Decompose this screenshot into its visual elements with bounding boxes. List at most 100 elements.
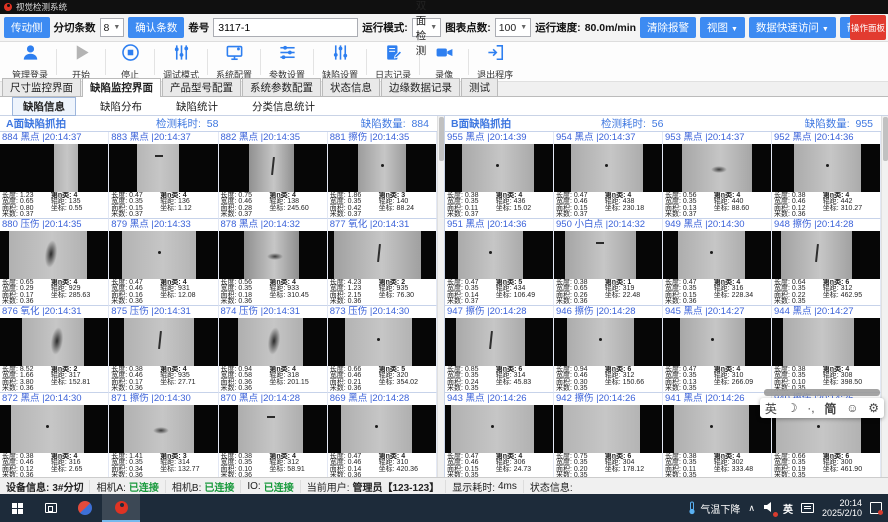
defect-cell-label[interactable]: 880 压伤 |20:14:35	[0, 219, 108, 231]
defect-thumbnail[interactable]	[328, 144, 436, 192]
defect-cell-label[interactable]: 943 黑点 |20:14:26	[445, 393, 553, 405]
panel-scrollbar[interactable]	[881, 116, 888, 477]
defect-cell[interactable]: 950 小白点 |20:14:32长度: 0.38宽度: 0.65面积: 0.2…	[554, 219, 663, 306]
run-mode-select[interactable]: 双面检测▼	[412, 18, 441, 37]
defect-cell-label[interactable]: 879 黑点 |20:14:33	[109, 219, 217, 231]
keyboard-icon[interactable]	[801, 503, 814, 513]
defect-cell-label[interactable]: 878 黑点 |20:14:32	[219, 219, 327, 231]
param-settings-button[interactable]: 参数设置	[263, 43, 311, 81]
defect-cell-label[interactable]: 883 黑点 |20:14:37	[109, 132, 217, 144]
defect-cell[interactable]: 884 黑点 |20:14:37长度: 1.23宽度: 0.65面积: 0.80…	[0, 132, 109, 219]
quick-access-menu-button[interactable]: 数据快速访问 ▼	[749, 17, 836, 38]
subtab-class-stats[interactable]: 分类信息统计	[242, 98, 325, 115]
defect-cell[interactable]: 954 黑点 |20:14:37长度: 0.47宽度: 0.46面积: 0.15…	[554, 132, 663, 219]
ime-settings-icon[interactable]: ⚙	[868, 401, 879, 415]
defect-cell-label[interactable]: 873 压伤 |20:14:30	[328, 306, 436, 318]
log-record-button[interactable]: 日志记录	[369, 43, 417, 81]
defect-cell-label[interactable]: 941 黑点 |20:14:26	[663, 393, 771, 405]
ime-moon-icon[interactable]: ☽	[787, 401, 798, 415]
ime-punct-icon[interactable]: ·,	[807, 401, 814, 415]
view-menu-button[interactable]: 视图 ▼	[700, 17, 745, 38]
defect-cell-label[interactable]: 877 氧化 |20:14:31	[328, 219, 436, 231]
defect-thumbnail[interactable]	[554, 318, 662, 366]
exit-button[interactable]: 退出程序	[471, 43, 519, 81]
start-button[interactable]: 开始	[59, 43, 103, 81]
defect-thumbnail[interactable]	[663, 318, 771, 366]
clear-alarm-button[interactable]: 清除报警	[640, 17, 696, 38]
defect-cell-label[interactable]: 947 擦伤 |20:14:28	[445, 306, 553, 318]
tray-expand-button[interactable]: ∧	[748, 503, 755, 514]
notification-center-button[interactable]	[870, 502, 882, 514]
defect-cell[interactable]: 952 黑点 |20:14:36长度: 0.38宽度: 0.46面积: 0.12…	[772, 132, 881, 219]
defect-thumbnail[interactable]	[0, 144, 108, 192]
defect-thumbnail[interactable]	[554, 231, 662, 279]
login-button[interactable]: 管理登录	[6, 43, 54, 81]
defect-thumbnail[interactable]	[663, 405, 771, 453]
defect-thumbnail[interactable]	[772, 231, 880, 279]
tab-defect-monitor[interactable]: 缺陷监控界面	[82, 78, 161, 97]
tab-test[interactable]: 测试	[461, 78, 498, 96]
drive-side-button[interactable]: 传动侧	[4, 17, 50, 38]
defect-cell[interactable]: 880 压伤 |20:14:35长度: 0.65宽度: 0.29面积: 0.17…	[0, 219, 109, 306]
defect-thumbnail[interactable]	[663, 231, 771, 279]
defect-cell-label[interactable]: 945 黑点 |20:14:27	[663, 306, 771, 318]
ime-drag-handle[interactable]	[764, 389, 880, 396]
taskbar-clock[interactable]: 20:14 2025/2/10	[822, 498, 862, 518]
tab-edge-data[interactable]: 边缘数据记录	[381, 78, 460, 96]
defect-thumbnail[interactable]	[328, 405, 436, 453]
defect-cell-label[interactable]: 871 擦伤 |20:14:30	[109, 393, 217, 405]
panel-scrollbar[interactable]	[437, 116, 444, 477]
subtab-defect-stats[interactable]: 缺陷统计	[166, 98, 228, 115]
stop-button[interactable]: 停止	[108, 43, 152, 81]
defect-cell[interactable]: 874 压伤 |20:14:31长度: 0.94宽度: 0.58面积: 0.36…	[219, 306, 328, 393]
scrollbar-thumb[interactable]	[883, 117, 888, 161]
defect-thumbnail[interactable]	[445, 405, 553, 453]
defect-cell[interactable]: 945 黑点 |20:14:27长度: 0.47宽度: 0.35面积: 0.13…	[663, 306, 772, 393]
defect-cell[interactable]: 875 压伤 |20:14:31长度: 0.38宽度: 0.46面积: 0.17…	[109, 306, 218, 393]
ime-en-mode[interactable]: 英	[765, 400, 777, 417]
defect-thumbnail[interactable]	[328, 231, 436, 279]
defect-thumbnail[interactable]	[219, 144, 327, 192]
defect-cell-label[interactable]: 876 氧化 |20:14:31	[0, 306, 108, 318]
subtab-defect-info[interactable]: 缺陷信息	[12, 97, 76, 116]
defect-cell-label[interactable]: 882 黑点 |20:14:35	[219, 132, 327, 144]
defect-cell-label[interactable]: 884 黑点 |20:14:37	[0, 132, 108, 144]
defect-cell[interactable]: 941 黑点 |20:14:26长度: 0.38宽度: 0.35面积: 0.11…	[663, 393, 772, 477]
defect-cell[interactable]: 878 黑点 |20:14:32长度: 0.56宽度: 0.35面积: 0.18…	[219, 219, 328, 306]
tab-status-info[interactable]: 状态信息	[322, 78, 380, 96]
slit-count-select[interactable]: 8▼	[100, 18, 125, 37]
defect-thumbnail[interactable]	[0, 231, 108, 279]
defect-cell[interactable]: 871 擦伤 |20:14:30长度: 1.41宽度: 0.35面积: 0.34…	[109, 393, 218, 477]
defect-thumbnail[interactable]	[109, 231, 217, 279]
defect-cell-label[interactable]: 955 黑点 |20:14:39	[445, 132, 553, 144]
debug-mode-button[interactable]: 调试模式	[157, 43, 205, 81]
defect-cell-label[interactable]: 869 黑点 |20:14:28	[328, 393, 436, 405]
defect-cell[interactable]: 876 氧化 |20:14:31长度: 8.52宽度: 1.66面积: 3.80…	[0, 306, 109, 393]
defect-settings-button[interactable]: 缺陷设置	[316, 43, 364, 81]
defect-thumbnail[interactable]	[554, 144, 662, 192]
defect-cell[interactable]: 944 黑点 |20:14:27长度: 0.38宽度: 0.35面积: 0.10…	[772, 306, 881, 393]
defect-thumbnail[interactable]	[0, 318, 108, 366]
defect-cell[interactable]: 947 擦伤 |20:14:28长度: 0.85宽度: 0.35面积: 0.24…	[445, 306, 554, 393]
defect-cell[interactable]: 872 黑点 |20:14:30长度: 0.38宽度: 0.46面积: 0.12…	[0, 393, 109, 477]
defect-thumbnail[interactable]	[554, 405, 662, 453]
weather-widget[interactable]: 气温下降	[687, 501, 740, 516]
defect-cell[interactable]: 870 黑点 |20:14:28长度: 0.38宽度: 0.35面积: 0.10…	[219, 393, 328, 477]
defect-cell-label[interactable]: 948 擦伤 |20:14:28	[772, 219, 880, 231]
defect-thumbnail[interactable]	[109, 318, 217, 366]
defect-cell-label[interactable]: 952 黑点 |20:14:36	[772, 132, 880, 144]
roll-number-input[interactable]	[213, 18, 358, 37]
defect-cell[interactable]: 883 黑点 |20:14:37长度: 0.47宽度: 0.35面积: 0.15…	[109, 132, 218, 219]
chart-points-select[interactable]: 100▼	[495, 18, 531, 37]
defect-cell-label[interactable]: 946 擦伤 |20:14:28	[554, 306, 662, 318]
defect-cell[interactable]: 877 氧化 |20:14:31长度: 4.23宽度: 1.23面积: 2.15…	[328, 219, 437, 306]
defect-cell-label[interactable]: 950 小白点 |20:14:32	[554, 219, 662, 231]
ime-emoji-icon[interactable]: ☺	[846, 401, 858, 415]
defect-thumbnail[interactable]	[109, 405, 217, 453]
tab-product-config[interactable]: 产品型号配置	[162, 78, 241, 96]
defect-cell[interactable]: 881 擦伤 |20:14:35长度: 1.86宽度: 0.35面积: 0.42…	[328, 132, 437, 219]
taskbar-app-1[interactable]	[68, 494, 102, 522]
defect-thumbnail[interactable]	[772, 318, 880, 366]
taskbar-app-active[interactable]	[102, 494, 140, 522]
defect-thumbnail[interactable]	[445, 144, 553, 192]
